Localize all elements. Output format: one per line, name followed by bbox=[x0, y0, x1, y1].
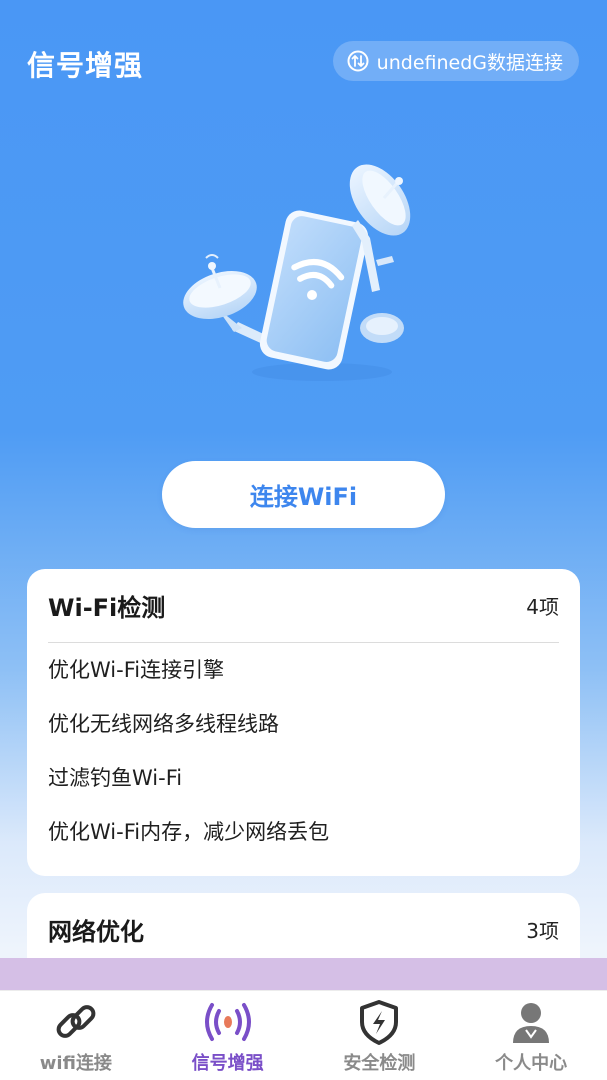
data-connection-label: undefinedG数据连接 bbox=[376, 51, 563, 74]
data-connection-status[interactable]: undefinedG数据连接 bbox=[332, 41, 579, 81]
user-icon bbox=[513, 1003, 550, 1043]
tab-personal-center[interactable]: 个人中心 bbox=[455, 991, 607, 1080]
tab-security-check[interactable]: 安全检测 bbox=[304, 991, 456, 1080]
tab-label: 信号增强 bbox=[191, 1053, 264, 1074]
data-transfer-icon bbox=[347, 50, 369, 72]
card-title: 网络优化 bbox=[48, 918, 144, 946]
connect-wifi-button[interactable]: 连接WiFi bbox=[162, 461, 445, 528]
tab-wifi-connect[interactable]: wifi连接 bbox=[0, 991, 152, 1080]
phone-wifi-satellite-illustration bbox=[183, 164, 411, 381]
list-item: 优化Wi-Fi内存，减少网络丢包 bbox=[48, 820, 330, 844]
tab-label: 个人中心 bbox=[495, 1053, 568, 1074]
card-item-count: 3项 bbox=[526, 919, 559, 943]
list-item: 过滤钓鱼Wi-Fi bbox=[48, 766, 183, 790]
tab-signal-boost[interactable]: 信号增强 bbox=[152, 991, 304, 1080]
detection-item-list: 优化Wi-Fi连接引擎 优化无线网络多线程线路 过滤钓鱼Wi-Fi 优化Wi-F… bbox=[27, 643, 580, 871]
card-item-count: 4项 bbox=[526, 595, 559, 619]
tab-label: 安全检测 bbox=[343, 1053, 416, 1074]
signal-broadcast-icon bbox=[204, 1003, 251, 1041]
bottom-tab-bar: wifi连接 信号增强 安全检测 个人中心 bbox=[0, 990, 607, 1080]
list-item: 优化Wi-Fi连接引擎 bbox=[48, 658, 225, 682]
wifi-detection-card: Wi-Fi检测 4项 优化Wi-Fi连接引擎 优化无线网络多线程线路 过滤钓鱼W… bbox=[27, 569, 580, 876]
tab-label: wifi连接 bbox=[39, 1053, 112, 1074]
header: 信号增强 undefinedG数据连接 bbox=[0, 38, 607, 86]
card-title: Wi-Fi检测 bbox=[48, 594, 166, 622]
card-header: Wi-Fi检测 4项 bbox=[27, 569, 580, 642]
link-icon bbox=[56, 1005, 96, 1038]
shield-bolt-icon bbox=[360, 1000, 399, 1045]
page-title: 信号增强 bbox=[27, 49, 144, 82]
list-item: 优化无线网络多线程线路 bbox=[48, 712, 279, 736]
card-header: 网络优化 3项 bbox=[27, 893, 580, 966]
ad-banner-strip bbox=[0, 958, 607, 990]
